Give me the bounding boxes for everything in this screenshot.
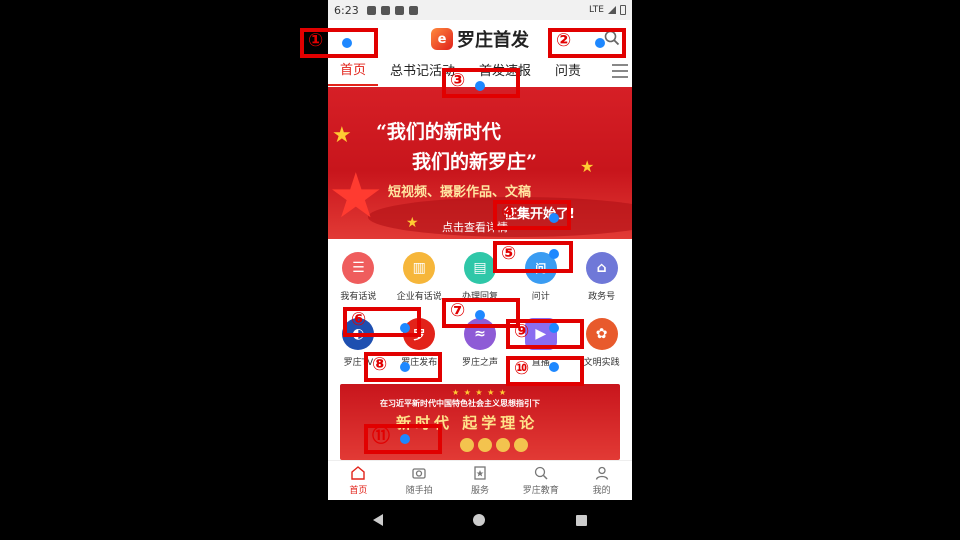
education-icon: [534, 466, 548, 480]
star-icon: ★: [406, 215, 419, 231]
back-icon[interactable]: [373, 514, 384, 526]
poster-subtitle: 在习近平新时代中国特色社会主义思想指引下: [380, 399, 540, 408]
marker-2: ②: [548, 28, 626, 58]
status-bar: 6:23 LTE: [328, 0, 632, 20]
document-icon: ▤: [463, 252, 496, 284]
grid-item-label: 企业有话说: [396, 292, 442, 302]
marker-dot-1: [342, 38, 352, 48]
marker-9: ⑨: [506, 319, 584, 349]
promo-banner[interactable]: ★ ★ ★ ★ “我们的新时代 我们的新罗庄” 短视频、摄影作品、文稿 征集开始…: [328, 87, 632, 239]
screen: 6:23 LTE e 罗庄首发 首页 总书记活动 首发速报 问责 ★ ★ ★ ★…: [0, 0, 960, 540]
marker-10: ⑩: [506, 356, 584, 386]
nav-home[interactable]: 首页: [328, 461, 389, 500]
grid-item-label: 文明实践: [583, 358, 620, 368]
grid-item-label: 政务号: [588, 292, 616, 302]
flower-icon: ✿: [585, 318, 618, 350]
star-icon: ★: [328, 159, 384, 232]
camera-icon: [412, 468, 426, 479]
status-time: 6:23: [334, 3, 359, 17]
marker-6: ⑥: [343, 307, 421, 337]
grid-item-label: 问计: [531, 292, 550, 302]
star-icon: ★: [580, 157, 595, 176]
government-icon: ⌂: [585, 252, 618, 284]
nav-service[interactable]: 服务: [450, 461, 511, 500]
marker-5: ⑤: [493, 241, 573, 273]
bottom-nav: 首页 随手拍 服务 罗庄教育 我的: [328, 460, 632, 500]
battery-icon: [620, 5, 626, 15]
marker-dot-11: [400, 434, 410, 444]
app-title: 罗庄首发: [457, 30, 529, 51]
home-button-icon[interactable]: [473, 514, 486, 526]
poster-badges: [460, 438, 528, 452]
star-icon: ★: [332, 123, 352, 148]
nav-label: 随手拍: [405, 486, 433, 496]
user-icon: [595, 466, 608, 480]
poster-stars: ★ ★ ★ ★ ★: [452, 388, 508, 397]
marker-1: ①: [300, 28, 378, 58]
marker-dot-9: [549, 323, 559, 333]
app-logo: e 罗庄首发: [431, 26, 529, 52]
nav-label: 首页: [349, 486, 368, 496]
grid-item-enterprise[interactable]: ▥ 企业有话说: [389, 252, 450, 312]
nav-profile[interactable]: 我的: [571, 461, 632, 500]
marker-dot-10: [549, 362, 559, 372]
grid-item-label: 我有话说: [340, 292, 377, 302]
marker-dot-7: [475, 310, 485, 320]
home-icon: [351, 466, 366, 480]
banner-line-3: 短视频、摄影作品、文稿: [388, 185, 532, 200]
app-icon: [394, 5, 404, 15]
nav-snapshot[interactable]: 随手拍: [389, 461, 450, 500]
nav-education[interactable]: 罗庄教育: [510, 461, 571, 500]
speech-icon: ☰: [342, 252, 375, 284]
nav-label: 我的: [592, 486, 611, 496]
marker-dot-5: [549, 249, 559, 259]
grid-item-label: 罗庄之声: [461, 358, 498, 368]
network-label: LTE: [589, 5, 604, 15]
tab-home[interactable]: 首页: [328, 58, 379, 86]
banner-line-2: 我们的新罗庄”: [412, 151, 537, 173]
banner-line-1: “我们的新时代: [376, 121, 501, 143]
marker-dot-3: [475, 81, 485, 91]
star-icon: [474, 466, 486, 480]
channel-menu-icon[interactable]: [612, 64, 628, 78]
settings-icon: [366, 5, 376, 15]
shield-icon: [380, 5, 390, 15]
marker-dot-4: [549, 213, 559, 223]
nav-label: 服务: [470, 486, 489, 496]
recents-icon[interactable]: [575, 514, 587, 526]
nav-label: 罗庄教育: [522, 486, 559, 496]
system-nav-bar: [328, 500, 632, 540]
signal-icon: [608, 6, 616, 14]
logo-icon: e: [431, 28, 453, 50]
marker-dot-6: [400, 323, 410, 333]
sdcard-icon: [408, 5, 418, 15]
grid-item-speak[interactable]: ☰ 我有话说: [328, 252, 389, 312]
tab-accountability[interactable]: 问责: [543, 59, 593, 85]
book-icon: ▥: [403, 252, 436, 284]
marker-dot-2: [595, 38, 605, 48]
grid-item-gov[interactable]: ⌂ 政务号: [571, 252, 632, 312]
marker-dot-8: [400, 362, 410, 372]
marker-4: ④: [493, 200, 571, 230]
